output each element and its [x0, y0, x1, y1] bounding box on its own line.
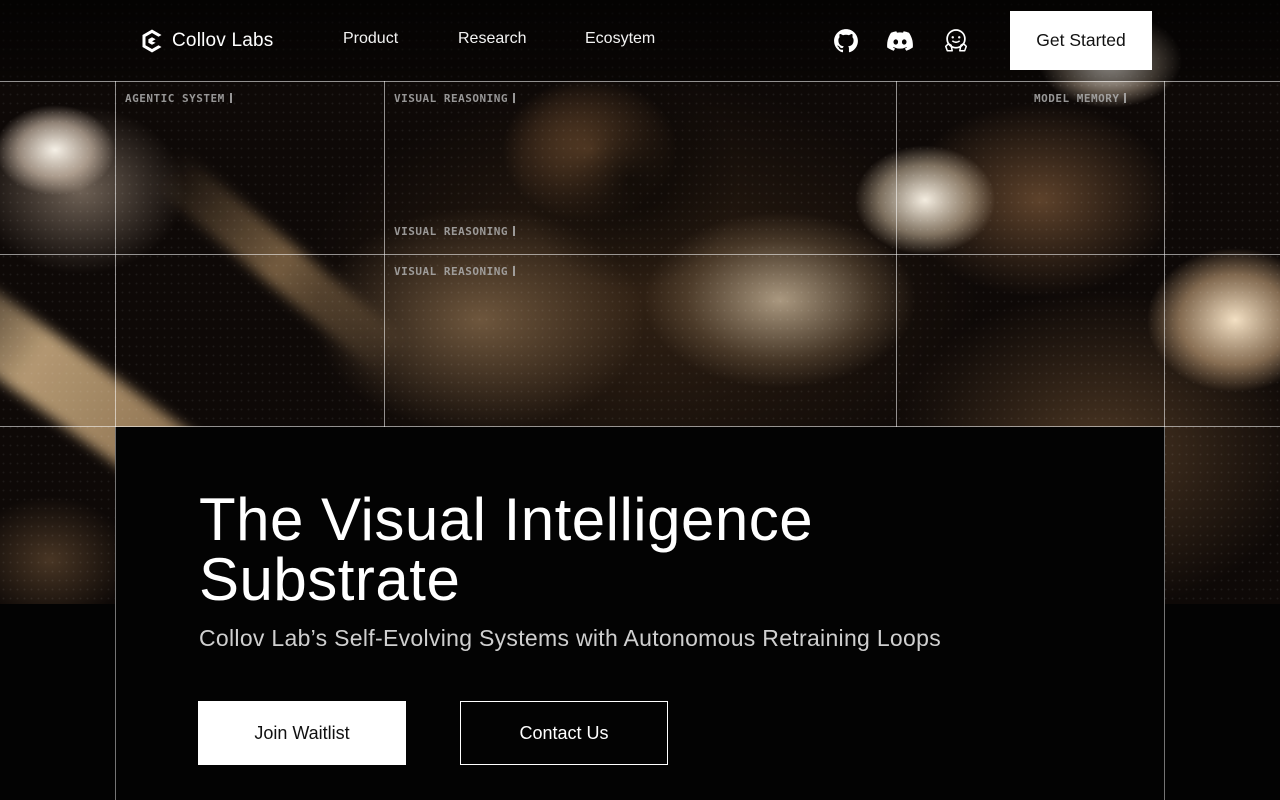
hero-headline-line-2: Substrate	[199, 546, 461, 613]
join-waitlist-button[interactable]: Join Waitlist	[198, 701, 406, 765]
landing-page: AGENTIC SYSTEM VISUAL REASONING VISUAL R…	[0, 0, 1280, 800]
huggingface-icon[interactable]	[943, 28, 969, 54]
collov-logo-icon	[142, 29, 162, 53]
grid-line	[896, 81, 897, 427]
brand-name: Collov Labs	[172, 30, 274, 51]
grid-line	[1164, 81, 1165, 427]
grid-line	[115, 81, 116, 427]
hero-subheadline: Collov Lab’s Self-Evolving Systems with …	[199, 625, 941, 651]
nav-link-research[interactable]: Research	[458, 30, 526, 48]
hero-headline-line-1: The Visual Intelligence	[199, 486, 814, 553]
grid-label-visual-reasoning: VISUAL REASONING	[394, 265, 515, 278]
nav-link-ecosystem[interactable]: Ecosytem	[585, 30, 655, 48]
grid-label-visual-reasoning: VISUAL REASONING	[394, 225, 515, 238]
get-started-button[interactable]: Get Started	[1010, 11, 1152, 70]
grid-line	[384, 81, 385, 427]
nav-link-product[interactable]: Product	[343, 30, 398, 48]
discord-icon[interactable]	[887, 28, 913, 54]
grid-label-visual-reasoning: VISUAL REASONING	[394, 92, 515, 105]
grid-label-agentic-system: AGENTIC SYSTEM	[125, 92, 232, 105]
github-icon[interactable]	[833, 28, 859, 54]
brand-logo[interactable]: Collov Labs	[140, 27, 273, 55]
grid-line	[0, 254, 1280, 255]
contact-us-button[interactable]: Contact Us	[460, 701, 668, 765]
grid-label-model-memory: MODEL MEMORY	[1034, 92, 1126, 105]
hero-headline: The Visual Intelligence Substrate	[199, 490, 959, 610]
site-header: Collov Labs Product Research Ecosytem Ge…	[0, 0, 1280, 81]
grid-line	[0, 81, 1280, 82]
